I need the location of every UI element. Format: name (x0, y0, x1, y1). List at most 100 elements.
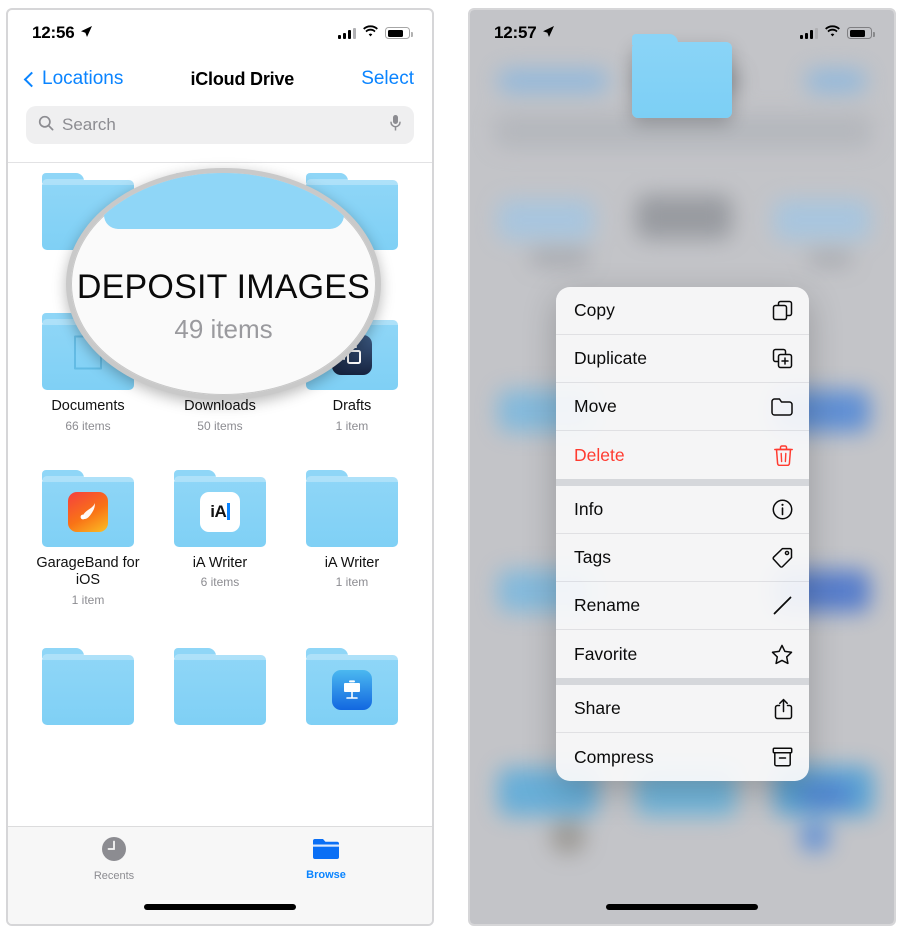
cellular-signal-icon (800, 27, 818, 39)
magnified-folder-count: 49 items (174, 314, 273, 345)
search-input[interactable]: Search (26, 106, 414, 144)
menu-item-compress[interactable]: Compress (556, 733, 809, 781)
pencil-icon (769, 595, 793, 616)
menu-item-delete[interactable]: Delete (556, 431, 809, 479)
menu-item-info[interactable]: Info (556, 486, 809, 534)
status-bar: 12:56 (8, 10, 432, 56)
tab-browse-label: Browse (306, 869, 346, 881)
folder-item-count: 1 item (71, 593, 105, 608)
star-icon (769, 644, 793, 665)
right-phone-screen: 12:57 Copy Duplicate Move Delete Info Ta… (470, 10, 894, 924)
keynote-app-icon (331, 670, 372, 711)
blurred-nav-back (498, 70, 608, 92)
menu-item-tags[interactable]: Tags (556, 534, 809, 582)
cellular-signal-icon (338, 27, 356, 39)
info-icon (769, 499, 793, 520)
blurred-label (808, 252, 852, 266)
back-button-locations[interactable]: Locations (23, 68, 124, 90)
search-icon (38, 115, 54, 136)
magnified-folder-top (103, 173, 344, 229)
folder-row: GarageBand for iOS 1 item iA iA Writer 6… (22, 469, 418, 608)
blurred-folder (498, 200, 594, 240)
magnified-folder-name: DEPOSIT IMAGES (76, 267, 371, 306)
folder-icon (41, 469, 134, 547)
tab-recents[interactable]: Recents (8, 827, 220, 891)
blurred-app-badge (800, 782, 852, 808)
menu-item-label: Move (574, 396, 617, 416)
left-phone-screen: 12:56 Locations iCloud Drive Select Sear… (8, 10, 432, 924)
trash-icon (769, 444, 793, 466)
back-button-label: Locations (42, 68, 124, 89)
blurred-label (550, 820, 586, 854)
home-indicator[interactable] (144, 904, 296, 910)
folder-name: GarageBand for iOS (36, 554, 140, 589)
folder-icon (312, 837, 340, 866)
folder-item[interactable] (22, 648, 154, 733)
tag-icon (769, 547, 793, 568)
menu-item-label: Duplicate (574, 348, 647, 368)
clock-icon (101, 836, 127, 867)
microphone-icon[interactable] (389, 114, 402, 137)
folder-icon (305, 469, 398, 547)
chevron-left-icon (23, 71, 40, 87)
folder-name: iA Writer (324, 554, 380, 571)
menu-item-rename[interactable]: Rename (556, 582, 809, 630)
tab-recents-label: Recents (93, 870, 135, 882)
context-menu-group: Share Compress (556, 678, 809, 781)
context-menu-group: Info Tags Rename Favorite (556, 479, 809, 678)
navigation-bar: Locations iCloud Drive Select (8, 56, 432, 102)
page-title: iCloud Drive (190, 68, 295, 89)
folder-item-garageband[interactable]: GarageBand for iOS 1 item (22, 469, 154, 608)
clock-time: 12:56 (32, 23, 75, 42)
menu-item-label: Rename (574, 595, 641, 615)
folder-item-count: 1 item (335, 418, 369, 433)
folder-item-keynote[interactable] (286, 648, 418, 733)
folder-icon: iA (173, 469, 266, 547)
ia-writer-app-icon: iA (199, 491, 240, 532)
home-indicator[interactable] (606, 904, 758, 910)
duplicate-icon (769, 348, 793, 369)
context-menu-group: Copy Duplicate Move Delete (556, 287, 809, 479)
header-divider (8, 162, 432, 163)
menu-item-favorite[interactable]: Favorite (556, 630, 809, 678)
folder-icon (41, 648, 134, 726)
menu-item-label: Favorite (574, 643, 638, 664)
battery-icon (385, 27, 413, 39)
copy-icon (769, 300, 793, 321)
folder-move-icon (769, 397, 793, 416)
search-container: Search (8, 106, 432, 156)
folder-item-ia-writer-1[interactable]: iA Writer 1 item (286, 469, 418, 607)
menu-item-copy[interactable]: Copy (556, 287, 809, 335)
menu-item-duplicate[interactable]: Duplicate (556, 335, 809, 383)
share-icon (769, 698, 793, 720)
wifi-icon (362, 24, 379, 42)
location-arrow-icon (80, 23, 93, 43)
menu-item-move[interactable]: Move (556, 383, 809, 431)
status-bar-right (800, 24, 875, 42)
compress-icon (769, 747, 793, 767)
selected-folder-icon[interactable] (632, 34, 732, 118)
blurred-app-badge (800, 822, 830, 852)
folder-item-count: 50 items (197, 418, 243, 433)
blurred-label (530, 250, 590, 266)
tab-bar: Recents Browse (8, 826, 432, 924)
blurred-nav-action (806, 70, 866, 92)
menu-item-label: Share (574, 698, 621, 718)
folder-item-count: 6 items (200, 575, 240, 590)
screenshot-stage: 12:56 Locations iCloud Drive Select Sear… (0, 0, 900, 934)
status-bar-left: 12:56 (32, 23, 93, 43)
menu-item-label: Tags (574, 547, 611, 567)
menu-item-label: Info (574, 499, 604, 519)
menu-item-label: Compress (574, 746, 654, 767)
tab-list: Recents Browse (8, 827, 432, 891)
folder-item-count: 1 item (335, 575, 369, 590)
select-button[interactable]: Select (361, 68, 414, 90)
wifi-icon (824, 24, 841, 42)
tab-browse[interactable]: Browse (220, 827, 432, 891)
right-phone-frame: 12:57 Copy Duplicate Move Delete Info Ta… (468, 8, 896, 926)
garageband-app-icon (67, 491, 108, 532)
folder-item-ia-writer-6[interactable]: iA iA Writer 6 items (154, 469, 286, 607)
folder-name: iA Writer (192, 554, 248, 571)
menu-item-share[interactable]: Share (556, 685, 809, 733)
folder-item[interactable] (154, 648, 286, 733)
